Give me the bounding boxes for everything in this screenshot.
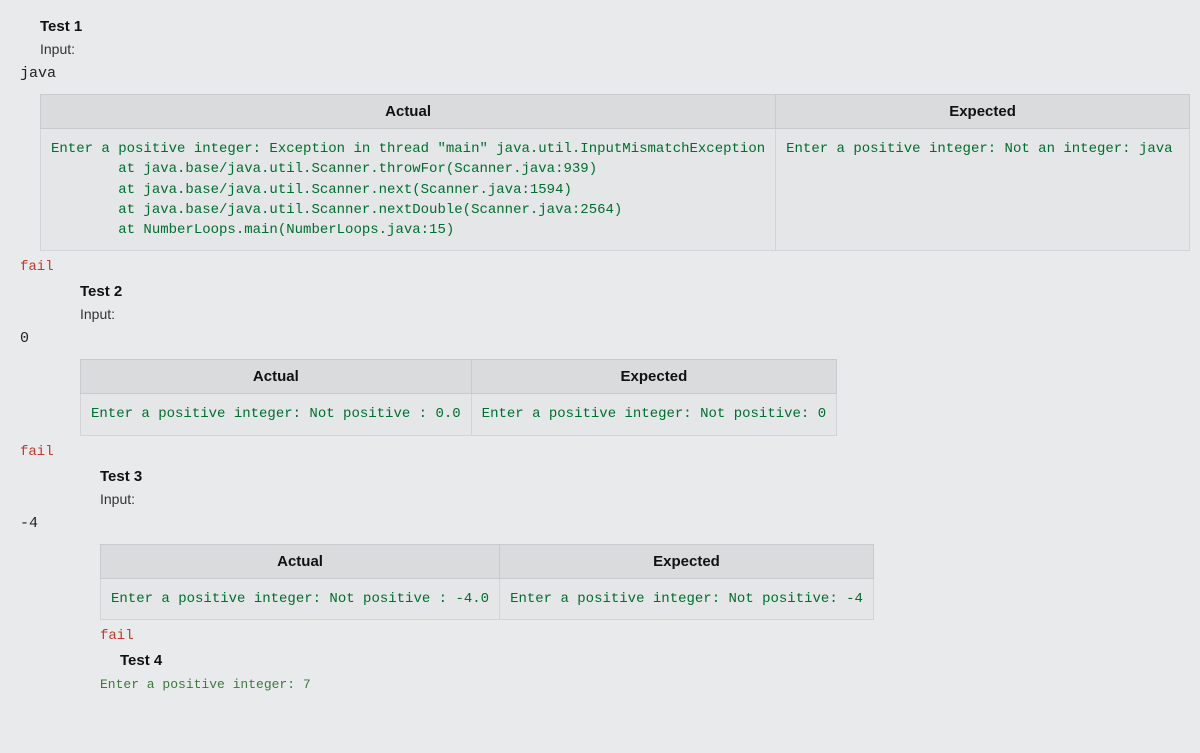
- status-fail: fail: [20, 259, 1180, 275]
- expected-output: Enter a positive integer: Not positive: …: [482, 404, 826, 424]
- test-title: Test 1: [40, 18, 1180, 35]
- comparison-table-2: Actual Expected Enter a positive integer…: [80, 359, 837, 435]
- actual-header: Actual: [81, 360, 472, 394]
- expected-header: Expected: [471, 360, 836, 394]
- input-value: -4: [20, 515, 1180, 532]
- test-title: Test 4: [120, 652, 1180, 669]
- table-row: Enter a positive integer: Exception in t…: [41, 129, 1190, 251]
- actual-output: Enter a positive integer: Exception in t…: [51, 139, 765, 240]
- input-label: Input:: [80, 306, 1180, 322]
- status-fail: fail: [20, 444, 1180, 460]
- input-label: Input:: [40, 41, 1180, 57]
- expected-header: Expected: [500, 544, 874, 578]
- actual-output: Enter a positive integer: Not positive :…: [91, 404, 461, 424]
- test-block-3: Test 3 Input:: [100, 468, 1180, 507]
- actual-output: Enter a positive integer: Not positive :…: [111, 589, 489, 609]
- table-row: Enter a positive integer: Not positive :…: [101, 578, 874, 619]
- input-value: java: [20, 65, 1180, 82]
- status-fail: fail: [100, 628, 1180, 644]
- test-title: Test 2: [80, 283, 1180, 300]
- actual-header: Actual: [41, 95, 776, 129]
- expected-header: Expected: [776, 95, 1190, 129]
- truncated-line: Enter a positive integer: 7: [100, 677, 1180, 692]
- actual-header: Actual: [101, 544, 500, 578]
- input-label: Input:: [100, 491, 1180, 507]
- expected-output: Enter a positive integer: Not an integer…: [786, 139, 1179, 159]
- comparison-table-3: Actual Expected Enter a positive integer…: [100, 544, 874, 620]
- test-title: Test 3: [100, 468, 1180, 485]
- expected-output: Enter a positive integer: Not positive: …: [510, 589, 863, 609]
- comparison-table-1: Actual Expected Enter a positive integer…: [40, 94, 1190, 251]
- table-row: Enter a positive integer: Not positive :…: [81, 394, 837, 435]
- test-block-1: Test 1 Input:: [40, 18, 1180, 57]
- input-value: 0: [20, 330, 1180, 347]
- test-block-2: Test 2 Input:: [80, 283, 1180, 322]
- test-block-4: Test 4: [120, 652, 1180, 669]
